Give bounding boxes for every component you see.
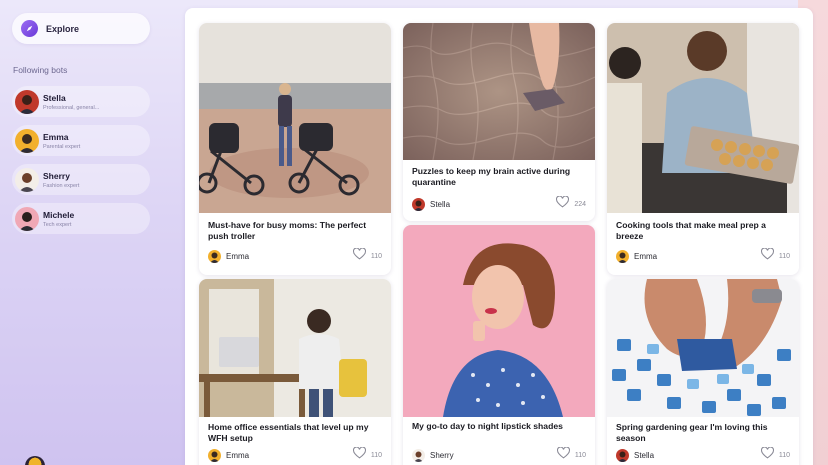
bot-description: Fashion expert [43, 182, 80, 189]
card-title: Cooking tools that make meal prep a bree… [616, 220, 766, 241]
author-avatar [412, 197, 425, 211]
compass-icon [21, 20, 38, 37]
heart-icon [352, 247, 366, 265]
feed-card[interactable]: Puzzles to keep my brain active during q… [403, 23, 595, 221]
bot-description: Parental expert [43, 143, 81, 150]
feed-card[interactable]: Cooking tools that make meal prep a bree… [607, 23, 799, 275]
feed-panel: Must-have for busy moms: The perfect pus… [185, 8, 813, 465]
like-count: 110 [370, 451, 382, 459]
card-image [607, 23, 799, 213]
sidebar-bot-michele[interactable]: Michele Tech expert [12, 203, 150, 234]
avatar [15, 89, 39, 114]
card-title: Puzzles to keep my brain active during q… [412, 166, 571, 187]
author-avatar [208, 249, 221, 263]
following-bots-heading: Following bots [13, 65, 68, 75]
author-name: Emma [634, 251, 658, 261]
bot-description: Professional, general... [43, 104, 100, 111]
explore-label: Explore [46, 23, 80, 34]
card-title: Spring gardening gear I'm loving this se… [616, 422, 768, 443]
author-name: Stella [634, 450, 655, 460]
bot-name: Stella [43, 92, 66, 103]
card-footer: Sherry 110 [412, 446, 586, 464]
avatar [15, 167, 39, 192]
card-title: Home office essentials that level up my … [208, 422, 369, 443]
like-count: 110 [778, 252, 790, 260]
heart-icon [352, 446, 366, 464]
sidebar: Explore Following bots Stella Profession… [0, 0, 170, 465]
like-count: 110 [778, 451, 790, 459]
heart-icon [556, 195, 570, 213]
bot-description: Tech expert [43, 221, 72, 228]
like-button[interactable]: 110 [352, 247, 382, 265]
card-image [607, 279, 799, 417]
like-button[interactable]: 110 [760, 446, 790, 464]
card-image [403, 23, 595, 160]
card-image [199, 23, 391, 213]
user-avatar[interactable] [25, 456, 45, 465]
card-footer: Emma 110 [208, 446, 382, 464]
card-footer: Emma 110 [616, 247, 790, 265]
heart-icon [556, 446, 570, 464]
card-image [403, 225, 595, 417]
like-button[interactable]: 110 [760, 247, 790, 265]
author-name: Emma [226, 450, 250, 460]
sidebar-bot-stella[interactable]: Stella Professional, general... [12, 86, 150, 117]
like-button[interactable]: 110 [556, 446, 586, 464]
card-title: My go-to day to night lipstick shades [412, 421, 563, 431]
author-name: Sherry [430, 450, 454, 460]
heart-icon [760, 446, 774, 464]
author-avatar [616, 249, 629, 263]
like-count: 110 [370, 252, 382, 260]
card-title: Must-have for busy moms: The perfect pus… [208, 220, 367, 241]
feed-card[interactable]: Home office essentials that level up my … [199, 279, 391, 465]
avatar [15, 206, 39, 231]
author-avatar [412, 448, 425, 462]
feed-card[interactable]: My go-to day to night lipstick shades Sh… [403, 225, 595, 465]
author-name: Emma [226, 251, 250, 261]
sidebar-bot-sherry[interactable]: Sherry Fashion expert [12, 164, 150, 195]
bot-name: Sherry [43, 170, 70, 181]
like-count: 224 [574, 200, 586, 208]
feed-card[interactable]: Spring gardening gear I'm loving this se… [607, 279, 799, 465]
author-avatar [208, 448, 221, 462]
author-avatar [616, 448, 629, 462]
like-count: 110 [574, 451, 586, 459]
card-footer: Emma 110 [208, 247, 382, 265]
card-footer: Stella 110 [616, 446, 790, 464]
feed-card[interactable]: Must-have for busy moms: The perfect pus… [199, 23, 391, 275]
bot-name: Michele [43, 209, 75, 220]
card-image [199, 279, 391, 417]
like-button[interactable]: 224 [556, 195, 586, 213]
explore-button[interactable]: Explore [12, 13, 150, 44]
bot-name: Emma [43, 131, 69, 142]
avatar [15, 128, 39, 153]
like-button[interactable]: 110 [352, 446, 382, 464]
heart-icon [760, 247, 774, 265]
author-name: Stella [430, 199, 451, 209]
card-footer: Stella 224 [412, 195, 586, 213]
sidebar-bot-emma[interactable]: Emma Parental expert [12, 125, 150, 156]
